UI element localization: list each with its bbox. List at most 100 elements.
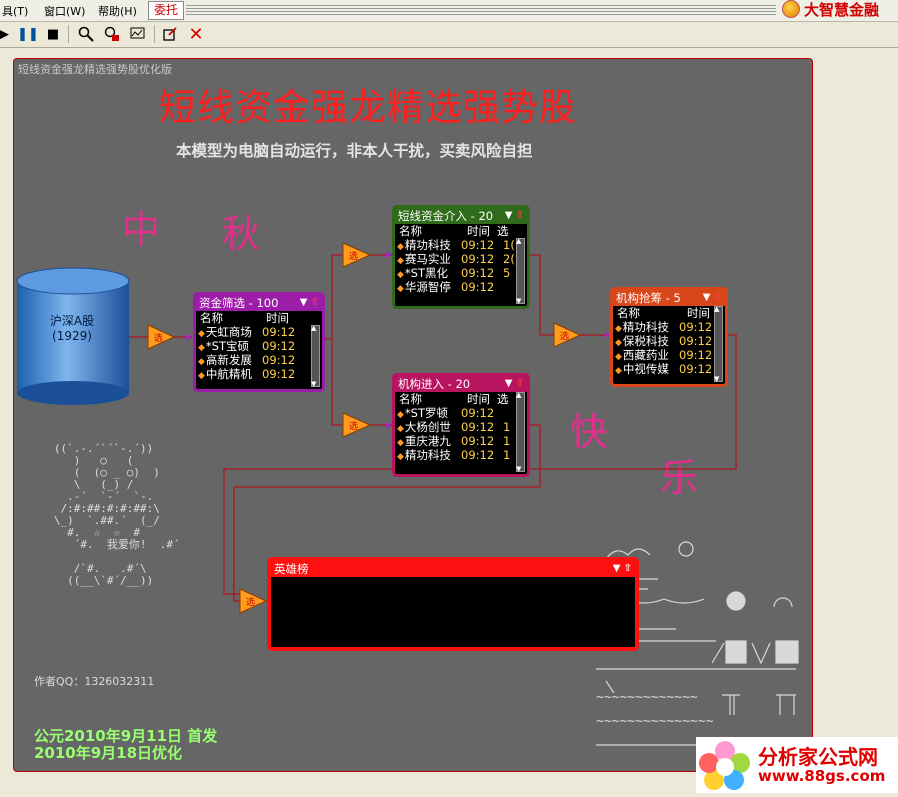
list-item[interactable]: 高新发展09:12 <box>196 353 322 367</box>
list-item[interactable]: 天虹商场09:12 <box>196 325 322 339</box>
panel-jigou-jinru[interactable]: 机构进入 - 20 ▼ ⇧ 名称 时间 选 *ST罗顿09:12 大杨创世09:… <box>392 373 530 477</box>
stock-name: 重庆港九 <box>397 434 461 448</box>
list-item[interactable]: 重庆港九09:12 1 <box>395 434 527 448</box>
list-item[interactable]: *ST宝硕09:12 <box>196 339 322 353</box>
panel-zijin-shaixuan[interactable]: 资金筛选 - 100 ▼ ⇧ 名称 时间 天虹商场09:12 *ST宝硕09:1… <box>193 292 325 392</box>
panel-header: 短线资金介入 - 20 ▼ ⇧ <box>395 208 527 224</box>
list-item[interactable]: 大杨创世09:12 1 <box>395 420 527 434</box>
ascii-love-text: 我爱你! <box>106 538 147 551</box>
list-item[interactable]: 中视传媒09:12 <box>613 362 725 376</box>
site-url: www.88gs.com <box>758 767 886 785</box>
filter-gate-5[interactable]: 选 <box>239 588 268 614</box>
svg-text:~~~~~~~~~~~~~~~: ~~~~~~~~~~~~~~~ <box>596 714 714 729</box>
panel-menu-icon[interactable]: ▼ ⇧ <box>703 290 722 306</box>
pause-icon[interactable]: ❚❚ <box>17 25 39 43</box>
svg-text:选: 选 <box>349 420 358 432</box>
stock-name: 天虹商场 <box>198 325 262 339</box>
stock-name: *ST罗顿 <box>397 406 461 420</box>
list-item[interactable]: 保税科技09:12 <box>613 334 725 348</box>
stock-time: 09:12 <box>461 252 495 266</box>
list-item[interactable]: 中航精机09:12 <box>196 367 322 381</box>
panel-title: 短线资金介入 - 20 <box>398 209 494 223</box>
panel-columns: 名称 时间 选 <box>395 392 527 406</box>
panel-jigou-qiangchou[interactable]: 机构抢筹 - 5 ▼ ⇧ 名称 时间 精功科技09:12 保税科技09:12 西… <box>610 287 728 387</box>
panel-yingxiong-bang[interactable]: 英雄榜 ▼ ⇧ <box>267 557 639 651</box>
col-name: 名称 <box>399 392 422 406</box>
brand-logo-icon <box>782 0 800 18</box>
filter-gate-3[interactable]: 选 <box>342 412 372 438</box>
stock-time: 09:12 <box>262 367 296 381</box>
stock-extra: 1( <box>503 238 515 252</box>
panel-header: 英雄榜 ▼ ⇧ <box>271 561 635 577</box>
list-item[interactable]: 精功科技09:12 1( <box>395 238 527 252</box>
svg-text:选: 选 <box>560 330 569 342</box>
menu-bar-grip <box>186 5 776 15</box>
stock-name: 精功科技 <box>397 238 461 252</box>
site-name: 分析家公式网 <box>758 745 878 769</box>
list-item[interactable]: 赛马实业09:12 2( <box>395 252 527 266</box>
stock-time: 09:12 <box>262 339 296 353</box>
panel-title: 机构抢筹 - 5 <box>616 291 681 305</box>
data-source-count: (1929) <box>52 329 92 343</box>
workspace-background <box>814 48 898 793</box>
panel-title: 资金筛选 - 100 <box>199 296 279 310</box>
tab-weituo[interactable]: 委托 <box>148 1 184 20</box>
col-time: 时间 <box>467 392 490 406</box>
stock-extra: 1 <box>503 448 511 462</box>
menu-tools[interactable]: 具(T) <box>2 3 28 19</box>
panel-scrollbar[interactable] <box>516 391 525 473</box>
stop-icon[interactable]: ■ <box>43 25 63 43</box>
list-item[interactable]: 华源智停09:12 <box>395 280 527 294</box>
list-item[interactable]: *ST黑化09:12 5 <box>395 266 527 280</box>
zoom-icon[interactable] <box>76 25 96 43</box>
stock-name: 中航精机 <box>198 367 262 381</box>
export-icon[interactable] <box>160 25 180 43</box>
lock-search-icon[interactable] <box>102 25 122 43</box>
brand-name: 大智慧金融 <box>804 1 880 19</box>
stock-name: 保税科技 <box>615 334 679 348</box>
panel-header: 机构抢筹 - 5 ▼ ⇧ <box>613 290 725 306</box>
panel-menu-icon[interactable]: ▼ ⇧ <box>505 376 524 392</box>
panel-columns: 名称 时间 <box>196 311 322 325</box>
stock-extra: 1 <box>503 420 511 434</box>
list-item[interactable]: 精功科技09:12 <box>613 320 725 334</box>
col-time: 时间 <box>467 224 490 238</box>
stock-time: 09:12 <box>461 420 495 434</box>
filter-gate-4[interactable]: 选 <box>553 322 582 348</box>
stock-name: 高新发展 <box>198 353 262 367</box>
stock-name: *ST宝硕 <box>198 339 262 353</box>
panel-scrollbar[interactable] <box>714 305 723 383</box>
list-item[interactable]: *ST罗顿09:12 <box>395 406 527 420</box>
close-icon[interactable]: ✕ <box>186 24 206 45</box>
panel-menu-icon[interactable]: ▼ ⇧ <box>613 561 632 577</box>
list-item[interactable]: 精功科技09:12 1 <box>395 448 527 462</box>
panel-duanxian-zijin[interactable]: 短线资金介入 - 20 ▼ ⇧ 名称 时间 选 精功科技09:121( 赛马实业… <box>392 205 530 309</box>
stock-extra: 1 <box>503 434 511 448</box>
stock-time: 09:12 <box>262 353 296 367</box>
stock-extra: 5 <box>503 266 511 280</box>
svg-text:选: 选 <box>349 250 358 262</box>
chart-search-icon[interactable] <box>128 25 148 43</box>
model-canvas: 短线资金强龙精选强势股优化版 短线资金强龙精选强势股 本模型为电脑自动运行，非本… <box>13 58 813 772</box>
play-icon[interactable]: ▶ <box>0 25 14 43</box>
menu-help[interactable]: 帮助(H) <box>98 3 137 19</box>
panel-menu-icon[interactable]: ▼ ⇧ <box>300 295 319 311</box>
panel-scrollbar[interactable] <box>311 324 320 388</box>
stock-name: 西藏药业 <box>615 348 679 362</box>
filter-gate-1[interactable]: 选 <box>147 324 176 350</box>
stock-name: 华源智停 <box>397 280 461 294</box>
toolbar-separator <box>154 25 155 43</box>
list-item[interactable]: 西藏药业09:12 <box>613 348 725 362</box>
stock-time: 09:12 <box>461 238 495 252</box>
stock-time: 09:12 <box>461 406 495 420</box>
panel-title: 英雄榜 <box>274 562 309 576</box>
filter-gate-2[interactable]: 选 <box>342 242 372 268</box>
stock-name: 大杨创世 <box>397 420 461 434</box>
col-time: 时间 <box>687 306 710 320</box>
data-source-label: 沪深A股 (1929) <box>16 314 128 344</box>
stock-name: 中视传媒 <box>615 362 679 376</box>
panel-menu-icon[interactable]: ▼ ⇧ <box>505 208 524 224</box>
panel-scrollbar[interactable] <box>516 237 525 305</box>
menu-window[interactable]: 窗口(W) <box>44 3 85 19</box>
stock-time: 09:12 <box>461 434 495 448</box>
